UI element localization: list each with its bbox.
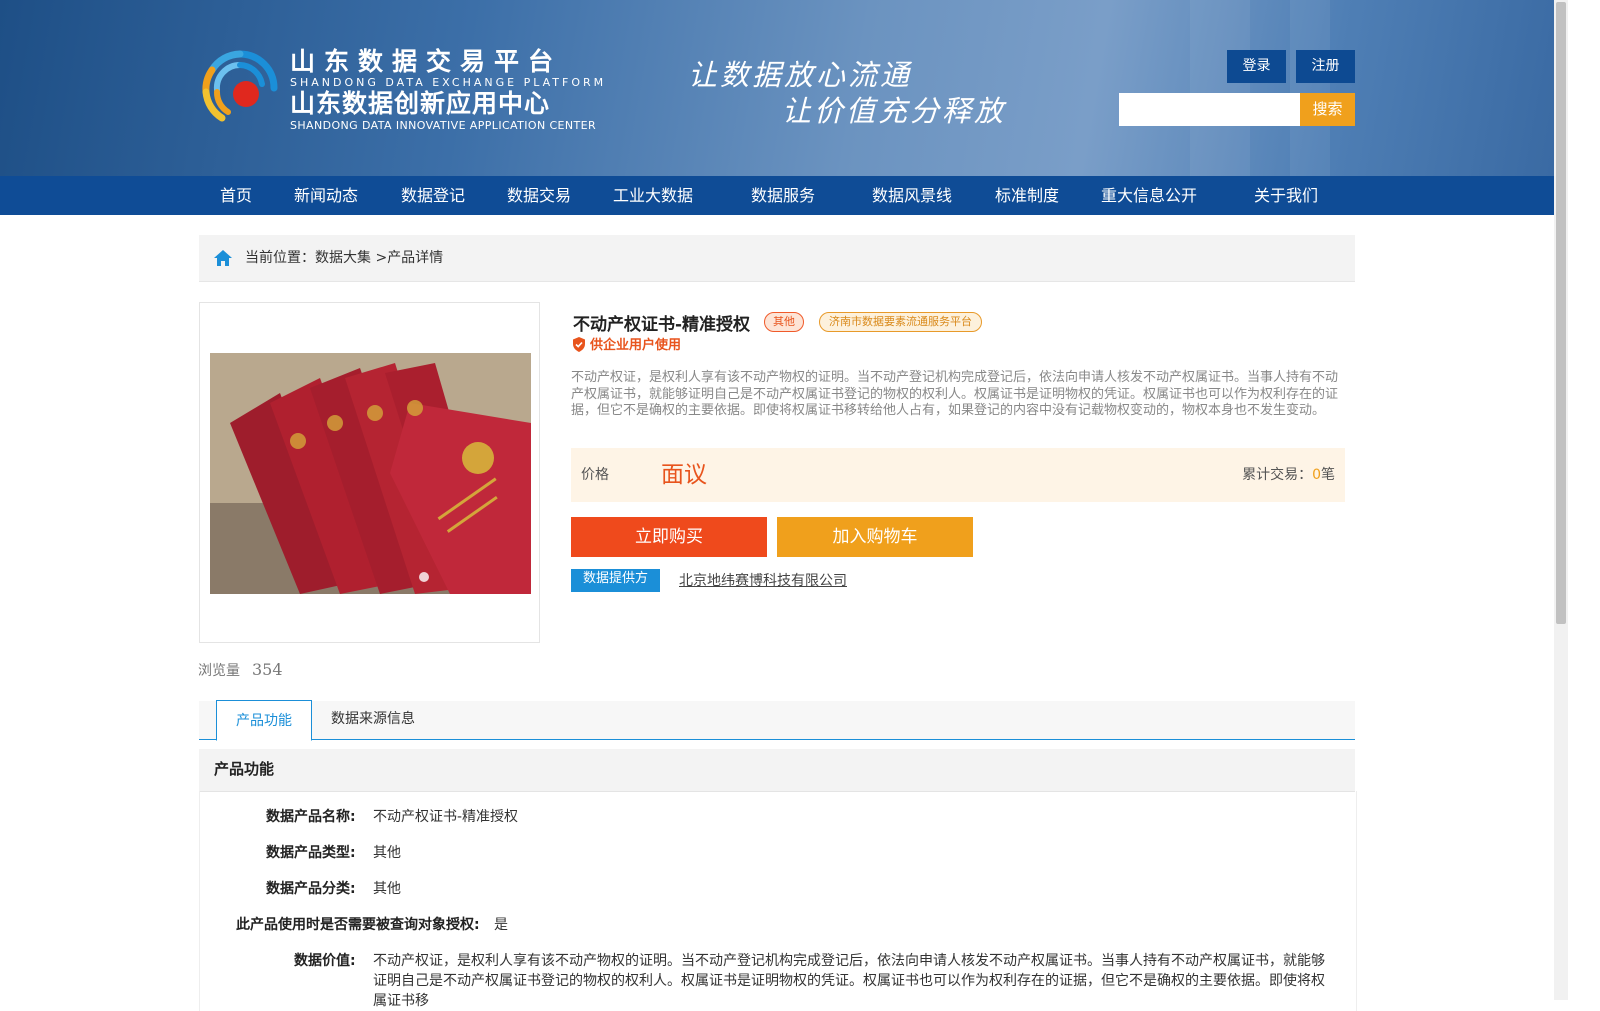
breadcrumb-link-data-market[interactable]: 数据大集 xyxy=(315,250,371,266)
info-row-key: 数据价值: xyxy=(294,953,356,969)
brand-name-en: SHANDONG DATA EXCHANGE PLATFORM xyxy=(290,76,607,89)
trade-count: 累计交易：0笔 xyxy=(1242,448,1335,502)
price-label: 价格 xyxy=(581,467,609,483)
nav-item-industrial-big-data[interactable]: 工业大数据 xyxy=(613,176,693,215)
info-row-value: 不动产权证书-精准授权 xyxy=(373,809,519,825)
shield-check-icon xyxy=(573,337,585,352)
info-row-key: 此产品使用时是否需要被查询对象授权: xyxy=(236,917,480,933)
product-image-frame xyxy=(199,302,540,643)
tab-data-source-info[interactable]: 数据来源信息 xyxy=(331,701,415,737)
nav-item-data-trading[interactable]: 数据交易 xyxy=(507,176,571,215)
info-row-value: 不动产权证，是权利人享有该不动产物权的证明。当不动产登记机构完成登记后，依法向申… xyxy=(373,953,1325,1009)
info-row-value: 是 xyxy=(494,917,508,933)
header-decoration xyxy=(1290,0,1330,176)
register-button[interactable]: 注册 xyxy=(1296,50,1355,83)
nav-item-about-us[interactable]: 关于我们 xyxy=(1254,176,1318,215)
info-row-value: 其他 xyxy=(373,845,401,861)
section-header: 产品功能 xyxy=(199,749,1355,792)
provider-tag: 数据提供方 xyxy=(571,569,660,592)
slogan-line-2: 让价值充分释放 xyxy=(782,94,1007,128)
nav-item-data-landscape[interactable]: 数据风景线 xyxy=(872,176,952,215)
enterprise-only-text: 供企业用户使用 xyxy=(590,338,682,353)
platform-badge: 济南市数据要素流通服务平台 xyxy=(819,312,982,332)
page-scrollbar[interactable] xyxy=(1554,0,1568,1000)
product-photo xyxy=(210,353,531,594)
trade-count-unit: 笔 xyxy=(1321,467,1335,483)
detail-tabs: 产品功能 数据来源信息 xyxy=(199,700,1355,741)
platform-logo-icon[interactable] xyxy=(200,48,280,128)
site-header: 山东数据交易平台 SHANDONG DATA EXCHANGE PLATFORM… xyxy=(0,0,1554,176)
breadcrumb-current: 产品详情 xyxy=(387,250,444,266)
header-decoration xyxy=(1190,0,1250,176)
scrollbar-thumb[interactable] xyxy=(1556,2,1566,624)
enterprise-only-label: 供企业用户使用 xyxy=(572,337,681,355)
nav-item-news[interactable]: 新闻动态 xyxy=(294,176,358,215)
home-icon[interactable] xyxy=(213,249,233,267)
login-button[interactable]: 登录 xyxy=(1227,50,1286,83)
info-row-key: 数据产品类型: xyxy=(266,845,356,861)
main-nav: 首页 新闻动态 数据登记 数据交易 工业大数据 数据服务 数据风景线 标准制度 … xyxy=(0,176,1554,215)
product-description: 不动产权证，是权利人享有该不动产物权的证明。当不动产登记机构完成登记后，依法向申… xyxy=(571,370,1339,418)
nav-item-standards[interactable]: 标准制度 xyxy=(995,176,1059,215)
nav-item-home[interactable]: 首页 xyxy=(220,176,252,215)
product-title: 不动产权证书-精准授权 xyxy=(573,315,751,335)
category-badge: 其他 xyxy=(764,312,804,332)
view-count-value: 354 xyxy=(252,660,283,679)
breadcrumb: 当前位置：数据大集 >产品详情 xyxy=(199,235,1355,282)
nav-item-data-services[interactable]: 数据服务 xyxy=(751,176,815,215)
add-to-cart-button[interactable]: 加入购物车 xyxy=(777,517,973,557)
view-count: 浏览量 354 xyxy=(198,660,283,680)
info-row-value: 其他 xyxy=(373,881,401,897)
search-input[interactable] xyxy=(1119,93,1300,126)
view-count-label: 浏览量 xyxy=(198,663,240,679)
tab-product-features[interactable]: 产品功能 xyxy=(216,700,312,741)
section-title: 产品功能 xyxy=(214,760,275,778)
breadcrumb-prefix: 当前位置： xyxy=(245,250,315,266)
nav-item-disclosure[interactable]: 重大信息公开 xyxy=(1101,176,1197,215)
price-value: 面议 xyxy=(661,462,707,488)
center-name-cn: 山东数据创新应用中心 xyxy=(290,89,551,118)
brand-name-cn: 山东数据交易平台 xyxy=(290,47,563,76)
trade-count-value: 0 xyxy=(1312,467,1321,483)
brand-title: 山东数据交易平台 SHANDONG DATA EXCHANGE PLATFORM… xyxy=(290,47,607,133)
buy-now-button[interactable]: 立即购买 xyxy=(571,517,767,557)
price-panel: 价格 面议 累计交易：0笔 xyxy=(571,448,1345,502)
nav-item-data-registration[interactable]: 数据登记 xyxy=(401,176,465,215)
center-name-en: SHANDONG DATA INNOVATIVE APPLICATION CEN… xyxy=(290,119,597,132)
search-button[interactable]: 搜索 xyxy=(1300,93,1355,126)
product-features-section: 数据产品名称: 不动产权证书-精准授权 数据产品类型: 其他 数据产品分类: 其… xyxy=(199,791,1357,1011)
trade-count-label: 累计交易： xyxy=(1242,467,1313,483)
info-row-key: 数据产品名称: xyxy=(266,809,356,825)
provider-name-link[interactable]: 北京地纬赛博科技有限公司 xyxy=(679,570,847,590)
info-row-key: 数据产品分类: xyxy=(266,881,356,897)
breadcrumb-separator: > xyxy=(375,250,388,266)
